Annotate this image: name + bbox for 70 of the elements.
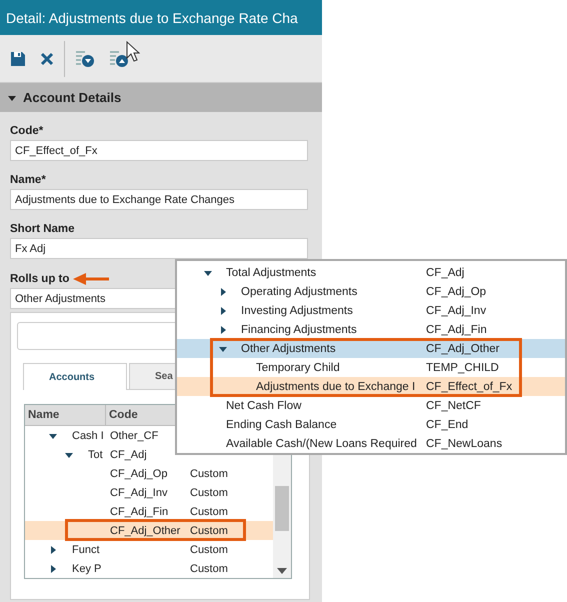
expand-arrow-icon[interactable] bbox=[48, 564, 58, 574]
tree-row[interactable]: Adjustments due to Exchange I CF_Effect_of_Fx bbox=[177, 377, 565, 396]
field-label: Short Name bbox=[10, 223, 76, 235]
tree-row[interactable]: Temporary Child TEMP_CHILD bbox=[177, 358, 565, 377]
column-header[interactable]: Name bbox=[25, 405, 106, 425]
account-code: CF_Adj_Fin bbox=[426, 324, 487, 336]
account-type: Custom bbox=[190, 486, 228, 498]
expand-arrow-icon[interactable] bbox=[218, 324, 228, 334]
tree-row[interactable]: Other Adjustments CF_Adj_Other bbox=[177, 339, 565, 358]
expand-arrow-icon[interactable] bbox=[48, 544, 58, 554]
account-name: Other Adjustments bbox=[241, 342, 336, 354]
account-name: Financing Adjustments bbox=[241, 324, 357, 336]
tab[interactable]: Accounts bbox=[23, 363, 127, 390]
tree-row[interactable]: Available Cash/(New Loans Required CF_NewLoans bbox=[177, 434, 565, 453]
account-code: CF_NewLoans bbox=[426, 438, 502, 450]
tree-row[interactable]: Financing Adjustments CF_Adj_Fin bbox=[177, 320, 565, 339]
field-label: Name* bbox=[10, 174, 47, 186]
collapse-all-icon[interactable] bbox=[109, 50, 129, 67]
grid-row[interactable]: CF_Adj_Op Custom bbox=[25, 464, 273, 483]
account-type: Custom bbox=[190, 506, 228, 518]
tree-row[interactable]: Total Adjustments CF_Adj bbox=[177, 263, 565, 282]
account-code: CF_Adj_Inv bbox=[110, 486, 168, 498]
grid-row[interactable]: CF_Adj_Fin Custom bbox=[25, 502, 273, 521]
field-label: Rolls up to bbox=[10, 273, 70, 285]
account-name: Total Adjustments bbox=[226, 266, 316, 278]
grid-row[interactable]: Funct Custom bbox=[25, 540, 273, 559]
grid-row[interactable]: CF_Adj_Inv Custom bbox=[25, 483, 273, 502]
collapse-arrow-icon bbox=[8, 94, 16, 102]
account-code: CF_NetCF bbox=[426, 400, 481, 412]
account-code: CF_Adj_Other bbox=[110, 524, 180, 536]
account-type: Custom bbox=[190, 524, 228, 536]
grid-row[interactable]: Key P Custom bbox=[25, 559, 273, 578]
account-name: Cash I bbox=[72, 430, 104, 442]
cursor-icon bbox=[126, 41, 140, 63]
account-code: CF_Adj bbox=[426, 266, 464, 278]
window-title: Detail: Adjustments due to Exchange Rate Cha bbox=[6, 10, 298, 26]
account-name: Temporary Child bbox=[256, 362, 340, 374]
expand-all-icon[interactable] bbox=[75, 50, 95, 67]
account-code: CF_Effect_of_Fx bbox=[426, 380, 512, 392]
expand-arrow-icon[interactable] bbox=[218, 306, 228, 316]
account-code: CF_Adj bbox=[110, 448, 147, 460]
account-name: Ending Cash Balance bbox=[226, 418, 337, 430]
text-field[interactable]: Fx Adj bbox=[10, 238, 308, 259]
section-header[interactable]: Account Details bbox=[0, 83, 322, 112]
scroll-down-icon[interactable] bbox=[277, 568, 287, 574]
account-code: CF_End bbox=[426, 418, 468, 430]
account-type: Custom bbox=[190, 544, 228, 556]
text-field[interactable]: CF_Effect_of_Fx bbox=[10, 140, 308, 161]
account-name: Available Cash/(New Loans Required bbox=[226, 438, 417, 450]
expand-arrow-icon[interactable] bbox=[218, 286, 228, 296]
account-type: Custom bbox=[190, 468, 228, 480]
account-code: CF_Adj_Inv bbox=[426, 304, 486, 316]
save-icon[interactable] bbox=[10, 50, 26, 66]
account-code: CF_Adj_Other bbox=[426, 342, 500, 354]
account-type: Custom bbox=[190, 562, 228, 574]
account-name: Key P bbox=[72, 562, 102, 574]
account-name: Adjustments due to Exchange I bbox=[256, 380, 416, 392]
account-name: Tot bbox=[88, 448, 103, 460]
account-name: Net Cash Flow bbox=[226, 400, 302, 412]
close-icon[interactable] bbox=[40, 52, 54, 66]
arrow-icon bbox=[73, 273, 110, 285]
text-field[interactable]: Adjustments due to Exchange Rate Changes bbox=[10, 189, 308, 210]
account-name: Funct bbox=[72, 544, 100, 556]
account-code: TEMP_CHILD bbox=[426, 362, 499, 374]
account-code: CF_Adj_Op bbox=[110, 468, 168, 480]
grid-row[interactable]: CF_Adj_Other Custom bbox=[25, 521, 273, 540]
account-code: CF_Adj_Fin bbox=[110, 506, 168, 518]
account-code: CF_Adj_Op bbox=[426, 286, 486, 298]
account-code: Other_CF bbox=[110, 430, 158, 442]
field-label: Code* bbox=[10, 125, 44, 137]
